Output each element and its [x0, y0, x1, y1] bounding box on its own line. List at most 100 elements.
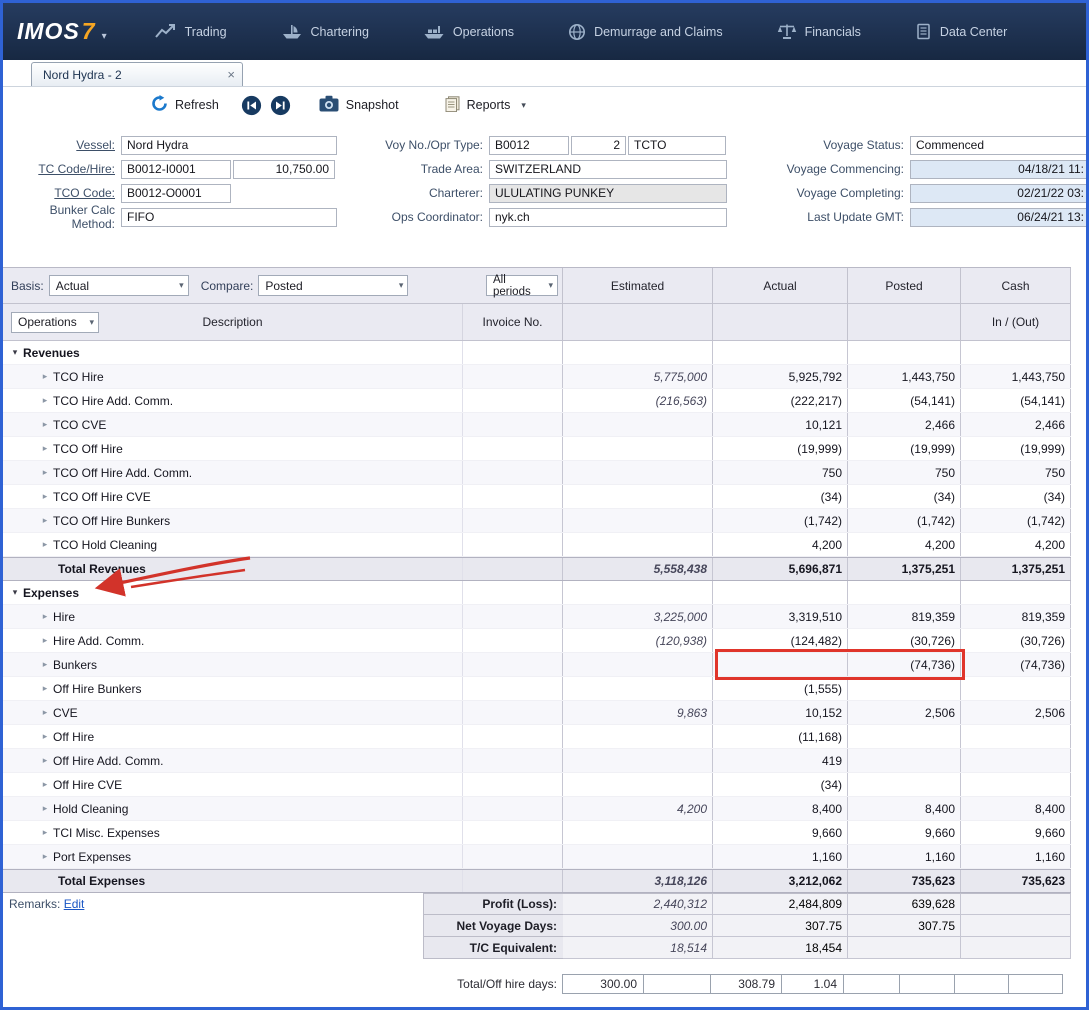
cell-actual: 3,212,062: [713, 870, 848, 892]
pnl-total-row[interactable]: Total Expenses3,118,1263,212,062735,6237…: [3, 869, 1071, 893]
nav-item-demurrage-and-claims[interactable]: Demurrage and Claims: [568, 23, 723, 41]
expand-icon[interactable]: ▸: [37, 779, 53, 790]
nav-item-chartering[interactable]: Chartering: [281, 23, 369, 40]
cell-invoice-no: [463, 605, 563, 628]
pnl-item-row[interactable]: ▸TCO Hire5,775,0005,925,7921,443,7501,44…: [3, 365, 1071, 389]
expand-icon[interactable]: ▸: [37, 515, 53, 526]
cell-invoice-no: [463, 677, 563, 700]
previous-voyage-button[interactable]: [241, 95, 262, 116]
nav-item-data-center[interactable]: Data Center: [915, 23, 1007, 40]
trade-area-field[interactable]: SWITZERLAND: [489, 160, 727, 179]
cell-cash: 750: [961, 461, 1071, 484]
pnl-item-row[interactable]: ▸TCO Hire Add. Comm.(216,563)(222,217)(5…: [3, 389, 1071, 413]
nav-item-trading[interactable]: Trading: [155, 23, 227, 40]
expand-icon[interactable]: ▸: [37, 851, 53, 862]
vessel-field[interactable]: Nord Hydra: [121, 136, 337, 155]
pnl-item-row[interactable]: ▸Hire Add. Comm.(120,938)(124,482)(30,72…: [3, 629, 1071, 653]
cell-posted: 9,660: [848, 821, 961, 844]
bunker-calc-field[interactable]: FIFO: [121, 208, 337, 227]
collapse-icon[interactable]: ▾: [7, 587, 23, 598]
expand-icon[interactable]: ▸: [37, 755, 53, 766]
expand-icon[interactable]: ▸: [37, 371, 53, 382]
pnl-item-row[interactable]: ▸Port Expenses1,1601,1601,160: [3, 845, 1071, 869]
pnl-item-row[interactable]: ▸Bunkers(74,736)(74,736): [3, 653, 1071, 677]
expand-icon[interactable]: ▸: [37, 707, 53, 718]
periods-select[interactable]: All periods ▾: [486, 275, 558, 296]
expand-icon[interactable]: ▸: [37, 395, 53, 406]
expand-icon[interactable]: ▸: [37, 491, 53, 502]
close-icon[interactable]: ×: [227, 67, 235, 82]
remarks-edit-link[interactable]: Edit: [64, 897, 85, 911]
voyage-commencing-field[interactable]: 04/18/21 11:: [910, 160, 1089, 179]
last-update-label: Last Update GMT:: [736, 210, 910, 224]
pnl-item-row[interactable]: ▸TCO Off Hire CVE(34)(34)(34): [3, 485, 1071, 509]
pnl-group-row[interactable]: ▾Expenses: [3, 581, 1071, 605]
next-voyage-button[interactable]: [270, 95, 291, 116]
cell-cash: [961, 749, 1071, 772]
pnl-item-row[interactable]: ▸TCO Off Hire(19,999)(19,999)(19,999): [3, 437, 1071, 461]
tab-nord-hydra-2[interactable]: Nord Hydra - 2 ×: [31, 62, 243, 86]
expand-icon[interactable]: ▸: [37, 731, 53, 742]
cell-actual: 9,660: [713, 821, 848, 844]
expand-icon[interactable]: ▸: [37, 803, 53, 814]
opr-type-field[interactable]: TCTO: [628, 136, 726, 155]
tc-hire-rate-field[interactable]: 10,750.00: [233, 160, 335, 179]
row-label: TCI Misc. Expenses: [53, 826, 160, 840]
nav-item-operations[interactable]: Operations: [423, 23, 514, 40]
reports-button[interactable]: Reports ▾: [445, 96, 526, 115]
expand-icon[interactable]: ▸: [37, 635, 53, 646]
expand-icon[interactable]: ▸: [37, 659, 53, 670]
tco-code-field[interactable]: B0012-O0001: [121, 184, 231, 203]
operations-select[interactable]: Operations ▾: [11, 312, 99, 333]
tco-code-label-link[interactable]: TCO Code:: [11, 186, 121, 200]
pnl-item-row[interactable]: ▸Off Hire(11,168): [3, 725, 1071, 749]
pnl-item-row[interactable]: ▸TCO Hold Cleaning4,2004,2004,200: [3, 533, 1071, 557]
pnl-item-row[interactable]: ▸Off Hire Bunkers(1,555): [3, 677, 1071, 701]
expand-icon[interactable]: ▸: [37, 467, 53, 478]
cell-cash: (54,141): [961, 389, 1071, 412]
trading-icon: [155, 23, 177, 40]
nav-item-financials[interactable]: Financials: [777, 23, 861, 40]
expand-icon[interactable]: ▸: [37, 443, 53, 454]
pnl-item-row[interactable]: ▸Hire3,225,0003,319,510819,359819,359: [3, 605, 1071, 629]
expand-icon[interactable]: ▸: [37, 683, 53, 694]
vessel-label-link[interactable]: Vessel:: [11, 138, 121, 152]
expand-icon[interactable]: ▸: [37, 419, 53, 430]
ops-coordinator-field[interactable]: nyk.ch: [489, 208, 727, 227]
voyage-completing-field[interactable]: 02/21/22 03:: [910, 184, 1089, 203]
charterer-field[interactable]: ULULATING PUNKEY: [489, 184, 727, 203]
pnl-item-row[interactable]: ▸TCI Misc. Expenses9,6609,6609,660: [3, 821, 1071, 845]
pnl-item-row[interactable]: ▸Hold Cleaning4,2008,4008,4008,400: [3, 797, 1071, 821]
basis-select[interactable]: Actual ▾: [49, 275, 189, 296]
cell-posted: (1,742): [848, 509, 961, 532]
cell-invoice-no: [463, 509, 563, 532]
tc-code-hire-label-link[interactable]: TC Code/Hire:: [11, 162, 121, 176]
pnl-item-row[interactable]: ▸TCO Off Hire Bunkers(1,742)(1,742)(1,74…: [3, 509, 1071, 533]
compare-select[interactable]: Posted ▾: [258, 275, 408, 296]
last-update-field[interactable]: 06/24/21 13:: [910, 208, 1089, 227]
voyage-seq-field[interactable]: 2: [571, 136, 626, 155]
pnl-item-row[interactable]: ▸Off Hire CVE(34): [3, 773, 1071, 797]
footer-cell-estimated: 2,440,312: [563, 893, 713, 915]
voyage-status-field[interactable]: Commenced: [910, 136, 1089, 155]
collapse-icon[interactable]: ▾: [7, 347, 23, 358]
expand-icon[interactable]: ▸: [37, 827, 53, 838]
cell-posted: 4,200: [848, 533, 961, 556]
cell-posted: [848, 749, 961, 772]
row-label: TCO Hire: [53, 370, 104, 384]
refresh-button[interactable]: Refresh: [151, 95, 219, 115]
pnl-total-row[interactable]: Total Revenues5,558,4385,696,8711,375,25…: [3, 557, 1071, 581]
pnl-item-row[interactable]: ▸TCO CVE10,1212,4662,466: [3, 413, 1071, 437]
cell-estimated: [563, 461, 713, 484]
pnl-item-row[interactable]: ▸TCO Off Hire Add. Comm.750750750: [3, 461, 1071, 485]
periods-value: All periods: [493, 274, 543, 298]
pnl-item-row[interactable]: ▸Off Hire Add. Comm.419: [3, 749, 1071, 773]
pnl-group-row[interactable]: ▾Revenues: [3, 341, 1071, 365]
voyage-no-field[interactable]: B0012: [489, 136, 569, 155]
pnl-item-row[interactable]: ▸CVE9,86310,1522,5062,506: [3, 701, 1071, 725]
expand-icon[interactable]: ▸: [37, 611, 53, 622]
imos-logo-menu[interactable]: IMOS 7 ▾: [17, 18, 107, 45]
expand-icon[interactable]: ▸: [37, 539, 53, 550]
tc-code-field[interactable]: B0012-I0001: [121, 160, 231, 179]
snapshot-button[interactable]: Snapshot: [319, 95, 399, 115]
